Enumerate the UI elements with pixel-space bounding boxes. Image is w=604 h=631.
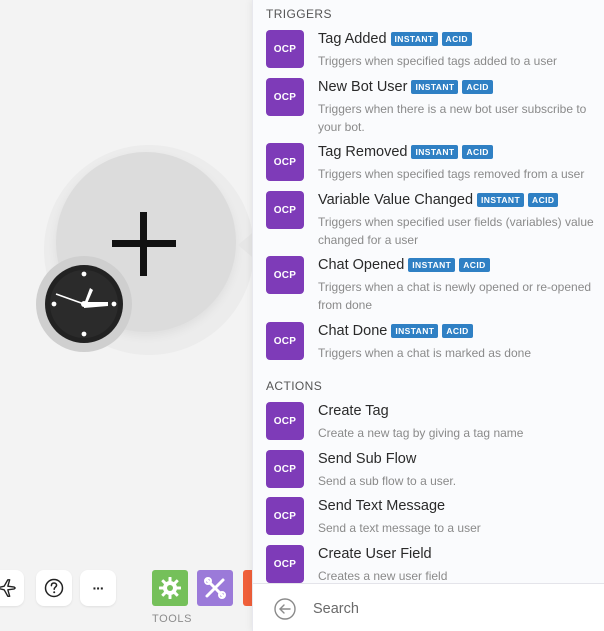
instant-badge: INSTANT <box>408 258 456 272</box>
ocp-app-icon: OCP <box>266 30 304 68</box>
trigger-item-tag-removed[interactable]: OCP Tag Removed INSTANT ACID Triggers wh… <box>253 143 604 183</box>
acid-badge: ACID <box>528 193 559 207</box>
section-header-triggers: TRIGGERS <box>266 7 332 21</box>
tools-button[interactable] <box>197 570 233 606</box>
item-description: Send a sub flow to a user. <box>318 474 457 488</box>
acid-badge: ACID <box>442 324 473 338</box>
item-title: New Bot User INSTANT ACID <box>318 79 493 95</box>
instant-badge: INSTANT <box>477 193 525 207</box>
item-title: Chat Opened INSTANT ACID <box>318 257 490 273</box>
ocp-app-icon: OCP <box>266 78 304 116</box>
trigger-item-chat-done[interactable]: OCP Chat Done INSTANT ACID Triggers when… <box>253 322 604 362</box>
ocp-app-icon: OCP <box>266 322 304 360</box>
acid-badge: ACID <box>462 145 493 159</box>
instant-badge: INSTANT <box>391 324 439 338</box>
ocp-app-icon: OCP <box>266 402 304 440</box>
more-button[interactable]: ··· <box>80 570 116 606</box>
item-title: Create User Field <box>318 546 432 562</box>
airplane-button[interactable] <box>0 570 24 606</box>
module-picker-panel: TRIGGERS OCP Tag Added INSTANT ACID Trig… <box>252 0 604 631</box>
help-button[interactable] <box>36 570 72 606</box>
item-description: Triggers when specified tags removed fro… <box>318 167 585 181</box>
item-description: Creates a new user field <box>318 569 448 583</box>
item-title: Send Text Message <box>318 498 446 514</box>
trigger-item-chat-opened[interactable]: OCP Chat Opened INSTANT ACID Triggers wh… <box>253 256 604 314</box>
item-title: Variable Value Changed INSTANT ACID <box>318 192 559 208</box>
ocp-app-icon: OCP <box>266 497 304 535</box>
scenario-canvas[interactable]: ··· TOOLS <box>0 0 252 631</box>
item-title: Send Sub Flow <box>318 451 417 467</box>
acid-badge: ACID <box>459 258 490 272</box>
instant-badge: INSTANT <box>411 145 459 159</box>
tools-label: TOOLS <box>152 613 193 625</box>
action-item-send-sub-flow[interactable]: OCP Send Sub Flow Send a sub flow to a u… <box>253 450 604 490</box>
flow-control-tool[interactable] <box>152 570 188 606</box>
section-header-actions: ACTIONS <box>266 379 323 393</box>
gear-icon <box>159 577 181 599</box>
item-description: Triggers when specified user fields (var… <box>318 215 594 247</box>
item-title: Chat Done INSTANT ACID <box>318 323 473 339</box>
action-item-send-text-message[interactable]: OCP Send Text Message Send a text messag… <box>253 497 604 537</box>
item-title: Create Tag <box>318 403 389 419</box>
ocp-app-icon: OCP <box>266 143 304 181</box>
ocp-app-icon: OCP <box>266 545 304 583</box>
action-item-create-tag[interactable]: OCP Create Tag Create a new tag by givin… <box>253 402 604 442</box>
trigger-item-new-bot-user[interactable]: OCP New Bot User INSTANT ACID Triggers w… <box>253 78 604 136</box>
item-title: Tag Removed INSTANT ACID <box>318 144 493 160</box>
clock-icon[interactable] <box>44 264 124 344</box>
text-parser-tool[interactable] <box>243 570 252 606</box>
ocp-app-icon: OCP <box>266 256 304 294</box>
item-description: Triggers when specified tags added to a … <box>318 54 558 68</box>
item-description: Triggers when a chat is marked as done <box>318 346 531 360</box>
help-icon <box>44 578 64 598</box>
ocp-app-icon: OCP <box>266 450 304 488</box>
item-description: Triggers when there is a new bot user su… <box>318 102 587 134</box>
search-input[interactable] <box>313 596 583 622</box>
action-item-create-user-field[interactable]: OCP Create User Field Creates a new user… <box>253 545 604 583</box>
airplane-icon <box>0 579 16 597</box>
item-description: Send a text message to a user <box>318 521 481 535</box>
acid-badge: ACID <box>441 32 472 46</box>
ocp-app-icon: OCP <box>266 191 304 229</box>
trigger-item-tag-added[interactable]: OCP Tag Added INSTANT ACID Triggers when… <box>253 30 604 70</box>
trigger-item-variable-value-changed[interactable]: OCP Variable Value Changed INSTANT ACID … <box>253 191 604 249</box>
item-title: Tag Added INSTANT ACID <box>318 31 472 47</box>
tools-icon <box>204 577 226 599</box>
module-list[interactable]: TRIGGERS OCP Tag Added INSTANT ACID Trig… <box>253 0 604 583</box>
item-description: Triggers when a chat is newly opened or … <box>318 280 592 312</box>
instant-badge: INSTANT <box>390 32 438 46</box>
acid-badge: ACID <box>462 80 493 94</box>
instant-badge: INSTANT <box>411 80 459 94</box>
back-arrow-icon[interactable] <box>274 598 296 620</box>
more-icon: ··· <box>92 580 105 596</box>
item-description: Create a new tag by giving a tag name <box>318 426 524 440</box>
search-bar <box>253 583 604 631</box>
